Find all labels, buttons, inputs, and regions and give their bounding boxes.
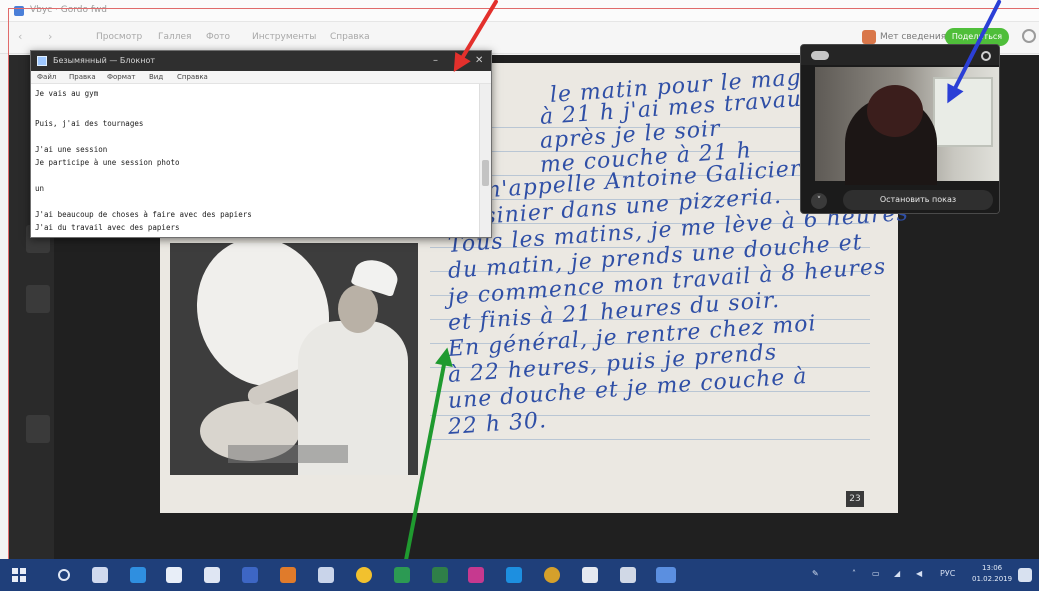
text-line: J'ai une session (35, 145, 108, 154)
pen-icon[interactable]: ✎ (812, 569, 819, 578)
menu-item-photo[interactable]: Фото (206, 32, 230, 42)
chef-photo (170, 243, 418, 475)
skype-icon[interactable] (506, 567, 522, 583)
side-thumbnail[interactable] (26, 415, 50, 443)
scrollbar-thumb[interactable] (482, 160, 489, 186)
back-icon[interactable]: ‹ (18, 30, 22, 43)
text-line: J'ai beaucoup de choses à faire avec des… (35, 210, 252, 219)
app-icon (14, 6, 24, 16)
chrome-alt-icon[interactable] (544, 567, 560, 583)
profile-avatar[interactable] (862, 30, 876, 44)
webcam-feed (815, 67, 999, 189)
files-icon[interactable] (582, 567, 598, 583)
instagram-icon[interactable] (468, 567, 484, 583)
photo-viewer-icon[interactable] (656, 567, 676, 583)
notifications-icon[interactable] (1018, 568, 1032, 582)
window-titlebar: Vbyc · Gordo fwd (0, 0, 1039, 22)
volume-icon[interactable]: ◀ (916, 569, 922, 578)
notepad-scrollbar[interactable] (479, 84, 491, 237)
notepad-text-area[interactable]: Je vais au gym Puis, j'ai des tournages … (35, 87, 479, 237)
menu-file[interactable]: Файл (37, 73, 56, 81)
video-call-window[interactable]: ˅ Остановить показ (800, 44, 1000, 214)
menu-edit[interactable]: Правка (69, 73, 96, 81)
menu-item-tools[interactable]: Инструменты (252, 32, 316, 42)
clock-date: 01.02.2019 (972, 575, 1013, 583)
chevron-up-icon[interactable]: ˄ (852, 569, 856, 578)
notepad-titlebar[interactable]: Безымянный — Блокнот – □ ✕ (31, 51, 491, 71)
forward-icon[interactable]: › (48, 30, 52, 43)
photo-caption-strip (228, 445, 348, 463)
text-line: un (35, 184, 45, 193)
menu-format[interactable]: Формат (107, 73, 135, 81)
notepad-title: Безымянный — Блокнот (53, 56, 156, 65)
menu-item-view[interactable]: Просмотр (96, 32, 142, 42)
language-indicator[interactable]: РУС (940, 569, 955, 578)
taskbar-clock[interactable]: 13:06 01.02.2019 (972, 563, 1012, 585)
chef-head (338, 285, 378, 333)
menu-help[interactable]: Справка (177, 73, 208, 81)
search-icon[interactable] (58, 569, 70, 581)
side-thumbnail[interactable] (26, 285, 50, 313)
mail-icon[interactable] (204, 567, 220, 583)
search-icon[interactable] (1022, 29, 1036, 43)
video-call-controls: ˅ Остановить показ (801, 185, 999, 213)
profile-label[interactable]: Мет сведения (880, 32, 946, 42)
text-line: Je participe à une session photo (35, 158, 180, 167)
chrome-icon[interactable] (356, 567, 372, 583)
text-line: Puis, j'ai des tournages (35, 119, 144, 128)
window-title: Vbyc · Gordo fwd (30, 5, 107, 15)
notepad-menubar: Файл Правка Формат Вид Справка (31, 71, 491, 84)
text-line: Je vais au gym (35, 89, 99, 98)
sheets-icon[interactable] (432, 567, 448, 583)
notepad-window[interactable]: Безымянный — Блокнот – □ ✕ Файл Правка Ф… (30, 50, 492, 238)
menu-view[interactable]: Вид (149, 73, 163, 81)
gear-icon[interactable] (981, 51, 991, 61)
caller-head (867, 85, 923, 137)
screen: Vbyc · Gordo fwd ‹ › Просмотр Галлея Фот… (0, 0, 1039, 591)
stop-sharing-button[interactable]: Остановить показ (843, 190, 993, 210)
photos-icon[interactable] (318, 567, 334, 583)
close-icon[interactable]: ✕ (475, 55, 483, 66)
menu-item-gallery[interactable]: Галлея (158, 32, 191, 42)
word-icon[interactable] (242, 567, 258, 583)
excel-icon[interactable] (394, 567, 410, 583)
network-icon[interactable]: ◢ (894, 569, 900, 578)
chevron-down-icon[interactable]: ˅ (811, 193, 827, 209)
edge-icon[interactable] (130, 567, 146, 583)
room-window (933, 77, 993, 147)
battery-icon[interactable]: ▭ (872, 569, 880, 578)
page-number: 23 (846, 491, 864, 507)
skype-logo (811, 51, 829, 60)
task-view-icon[interactable] (92, 567, 108, 583)
windows-start-icon[interactable] (12, 568, 26, 582)
clock-time: 13:06 (981, 564, 1003, 572)
firefox-icon[interactable] (280, 567, 296, 583)
text-line: J'ai du travail avec des papiers (35, 223, 180, 232)
minimize-icon[interactable]: – (433, 55, 438, 66)
notepad-icon (37, 56, 47, 66)
windows-taskbar: ✎ ˄ ▭ ◢ ◀ РУС 13:06 01.02.2019 (0, 559, 1039, 591)
tablet-icon[interactable] (620, 567, 636, 583)
store-icon[interactable] (166, 567, 182, 583)
menu-item-help[interactable]: Справка (330, 32, 370, 42)
